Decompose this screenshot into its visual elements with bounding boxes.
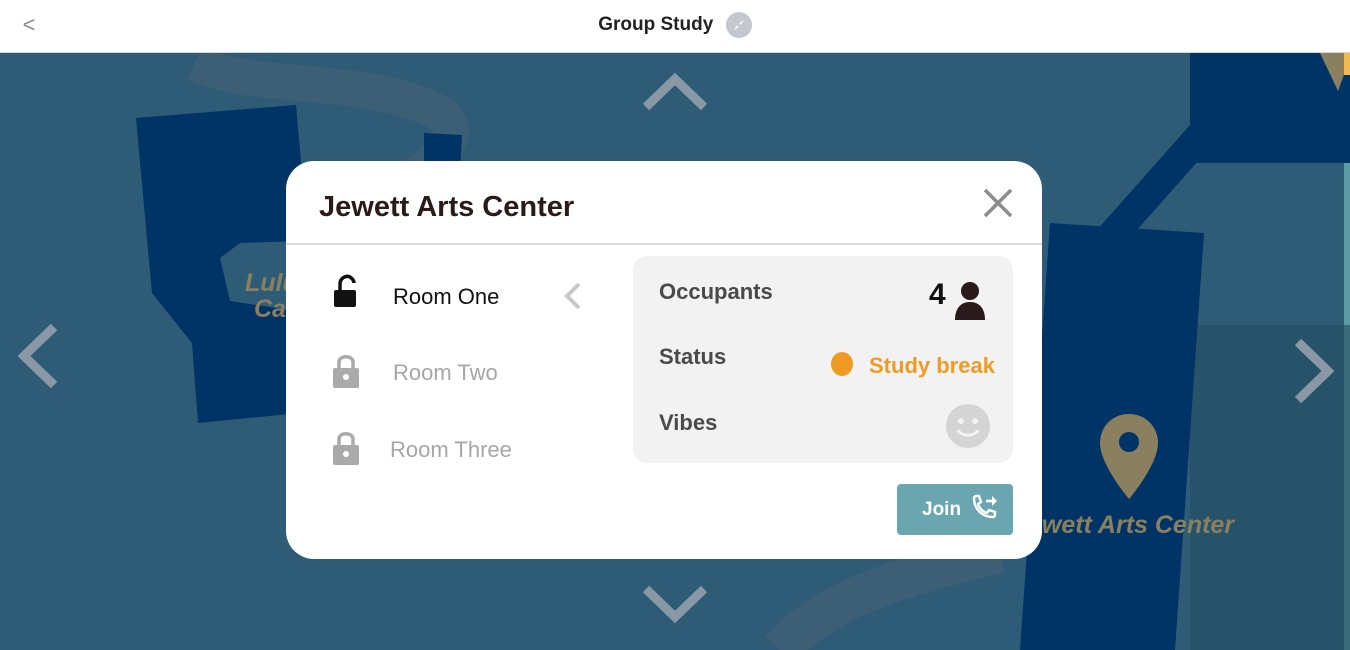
chevron-right-icon[interactable] (1292, 336, 1338, 406)
unlock-icon (334, 274, 356, 307)
top-bar: < Group Study (0, 0, 1350, 53)
vibes-label: Vibes (659, 410, 718, 435)
status-value: Study break (869, 353, 995, 378)
person-icon (955, 282, 985, 320)
lock-icon (333, 432, 359, 465)
join-label: Join (922, 499, 962, 520)
building-detail-modal: Jewett Arts Center Room One Room Two Roo… (286, 161, 1042, 559)
lock-icon (333, 355, 359, 388)
smiley-face-icon[interactable] (946, 404, 990, 448)
map-label-right-building: ewett Arts Center (1028, 511, 1235, 539)
header-title-group: Group Study (0, 12, 1350, 42)
chevron-up-icon[interactable] (640, 71, 710, 113)
occupants-label: Occupants (659, 279, 773, 304)
room-item-three[interactable]: Room Three (322, 427, 582, 477)
room-info-panel: Occupants 4 Status Study break Vibes (633, 256, 1013, 463)
room-name: Room Two (393, 360, 498, 385)
map-label-left-line2: Ca (254, 295, 286, 323)
page-title: Group Study (598, 14, 714, 35)
room-item-two[interactable]: Room Two (322, 350, 582, 400)
compass-icon[interactable] (725, 12, 752, 38)
status-indicator-dot (831, 352, 853, 376)
join-button[interactable]: Join (897, 484, 1013, 535)
close-icon[interactable] (982, 187, 1014, 219)
chevron-down-icon[interactable] (640, 583, 710, 625)
modal-title: Jewett Arts Center (319, 191, 575, 223)
room-item-one[interactable]: Room One (322, 274, 582, 324)
chevron-left-icon[interactable] (562, 281, 584, 311)
modal-divider (286, 243, 1042, 245)
occupants-count: 4 (929, 278, 946, 311)
room-name: Room Three (390, 437, 512, 462)
phone-forward-icon (972, 494, 997, 519)
chevron-left-icon[interactable] (14, 321, 60, 391)
room-name: Room One (393, 284, 500, 309)
status-label: Status (659, 344, 727, 369)
